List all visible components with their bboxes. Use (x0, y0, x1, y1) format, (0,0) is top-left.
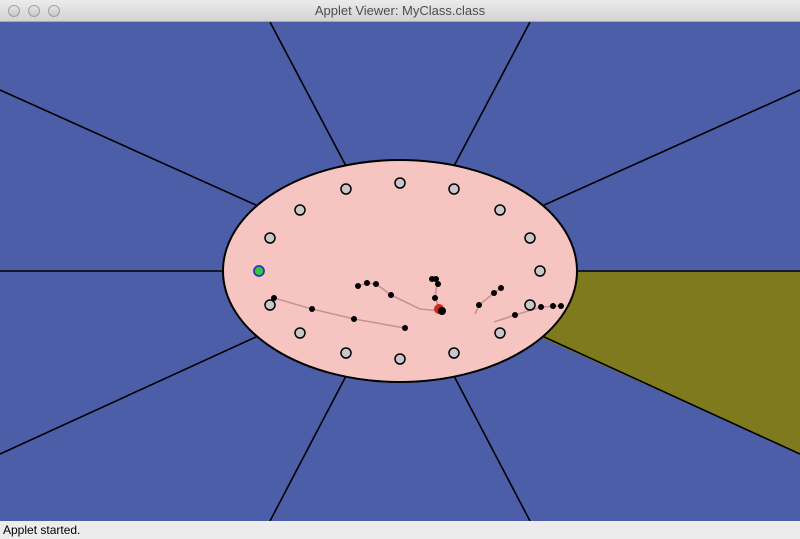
title-bar[interactable]: Applet Viewer: MyClass.class (0, 0, 800, 22)
ring-node[interactable] (494, 204, 506, 216)
central-ellipse (222, 159, 578, 383)
particle (271, 295, 277, 301)
applet-drawing[interactable] (0, 22, 800, 521)
particle (435, 281, 441, 287)
ring-node[interactable] (524, 232, 536, 244)
particle (476, 302, 482, 308)
particle (550, 303, 556, 309)
particle (373, 281, 379, 287)
radial-line (269, 375, 347, 521)
ring-node[interactable] (294, 327, 306, 339)
active-ring-node[interactable] (253, 265, 265, 277)
particle (512, 312, 518, 318)
target-core (438, 307, 446, 315)
applet-viewer-window: Applet Viewer: MyClass.class Applet star… (0, 0, 800, 539)
particle (355, 283, 361, 289)
particle (498, 285, 504, 291)
highlighted-sector (540, 271, 800, 454)
ring-node[interactable] (264, 232, 276, 244)
ring-node[interactable] (494, 327, 506, 339)
particle (491, 290, 497, 296)
radial-line (453, 22, 531, 167)
ring-node[interactable] (294, 204, 306, 216)
particle (309, 306, 315, 312)
ring-node[interactable] (394, 353, 406, 365)
radial-line (269, 22, 347, 167)
ring-node[interactable] (524, 299, 536, 311)
particle (402, 325, 408, 331)
radial-line (453, 375, 531, 521)
ring-node[interactable] (340, 183, 352, 195)
radial-line (0, 335, 259, 455)
applet-canvas[interactable] (0, 22, 800, 521)
window-title: Applet Viewer: MyClass.class (314, 3, 486, 18)
particle (432, 295, 438, 301)
radial-line (541, 89, 800, 207)
ring-node[interactable] (448, 347, 460, 359)
particle (351, 316, 357, 322)
ring-node[interactable] (394, 177, 406, 189)
radial-line (0, 89, 259, 207)
status-text: Applet started. (3, 523, 81, 537)
particle (388, 292, 394, 298)
ring-node[interactable] (534, 265, 546, 277)
particle (558, 303, 564, 309)
ring-node[interactable] (340, 347, 352, 359)
particle (538, 304, 544, 310)
ring-node[interactable] (448, 183, 460, 195)
ring-node[interactable] (264, 299, 276, 311)
particle (364, 280, 370, 286)
status-bar: Applet started. (0, 521, 800, 539)
